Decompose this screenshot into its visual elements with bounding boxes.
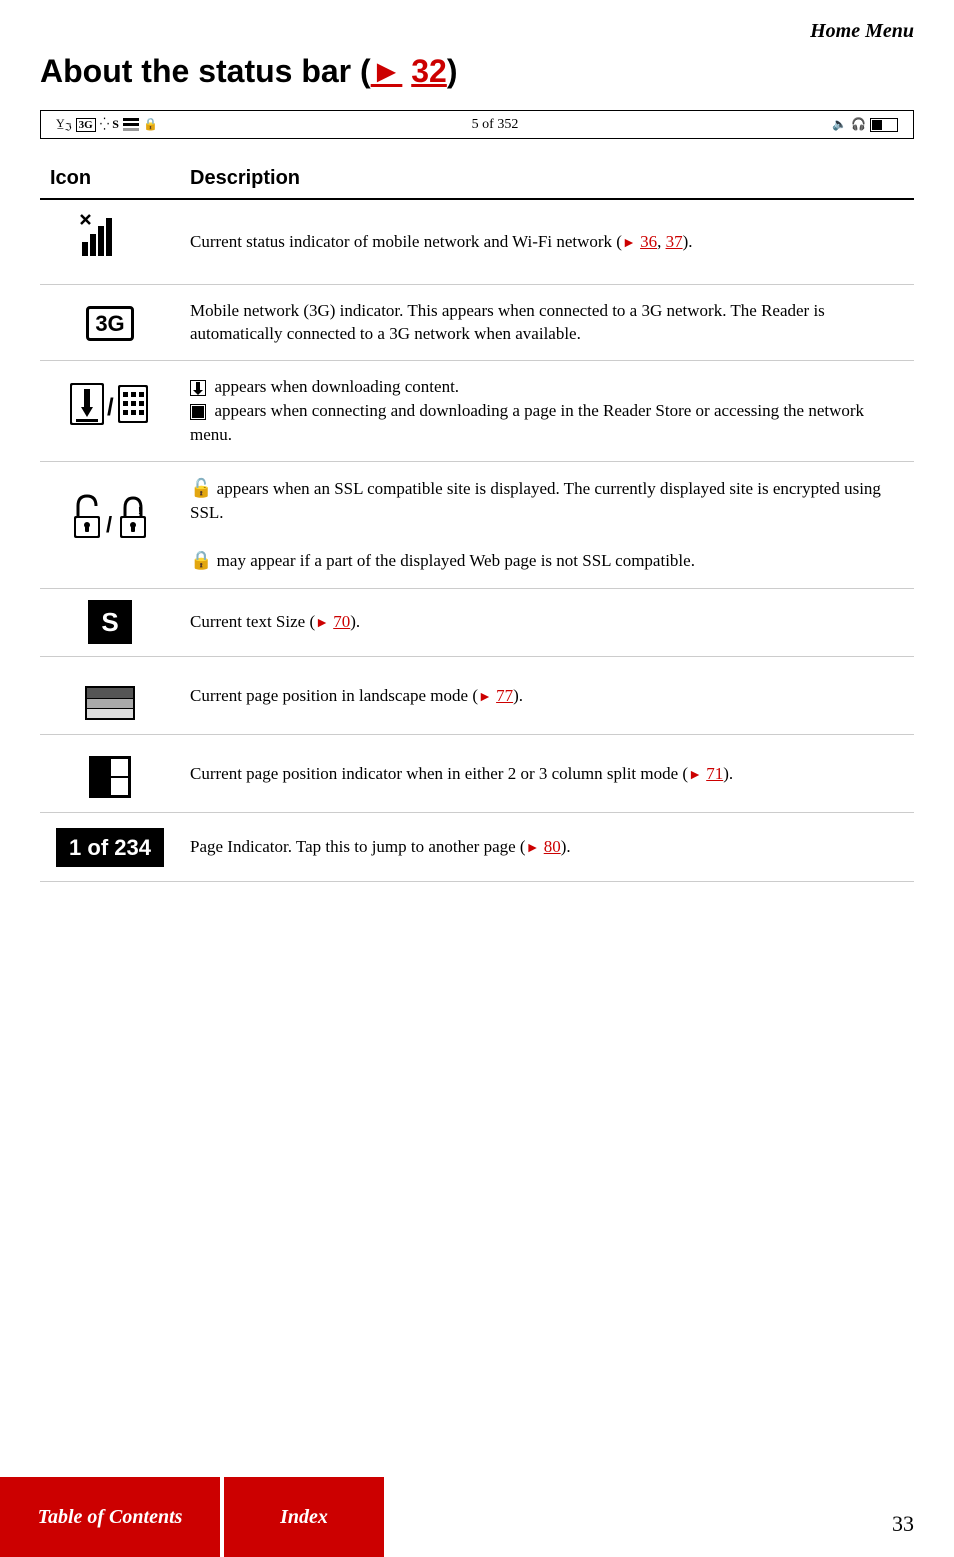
open-lock-text-icon: 🔓 xyxy=(190,478,212,498)
dots-icon: ⁛ xyxy=(100,117,109,132)
home-menu-header: Home Menu xyxy=(40,20,914,43)
ref-link-71[interactable]: 71 xyxy=(706,764,723,783)
icon-cell-signal xyxy=(40,199,180,284)
volume-icon: 🔈 xyxy=(832,117,847,132)
lines-icon xyxy=(123,118,139,131)
page-wrapper: Home Menu About the status bar (► 32) Y̲… xyxy=(0,0,954,1557)
lock-icon-demo: 🔒 xyxy=(143,117,158,132)
index-button[interactable]: Index xyxy=(224,1477,384,1557)
footer-bar: Table of Contents Index 33 xyxy=(0,1477,954,1557)
status-bar-demo: Y̲ℑ 3G ⁛ S 🔒 5 of 352 🔈 🎧 xyxy=(40,110,914,139)
status-center-text: 5 of 352 xyxy=(472,117,519,133)
title-link-32[interactable]: 32 xyxy=(411,53,447,89)
svg-text:!: ! xyxy=(138,506,141,517)
download-connect-icon: / xyxy=(70,403,150,433)
arrow-sym-2: ► xyxy=(315,616,329,631)
desc-cell-s: Current text Size (► 70). xyxy=(180,588,914,656)
table-row: / xyxy=(40,361,914,461)
icon-table: Icon Description xyxy=(40,159,914,881)
table-row: 1 of 234 Page Indicator. Tap this to jum… xyxy=(40,813,914,881)
toc-button[interactable]: Table of Contents xyxy=(0,1477,220,1557)
3g-indicator-icon: 3G xyxy=(86,306,133,341)
home-menu-label: Home Menu xyxy=(810,20,914,42)
col-icon-header: Icon xyxy=(40,159,180,199)
desc-cell-signal: Current status indicator of mobile netwo… xyxy=(180,199,914,284)
svg-text:/: / xyxy=(106,512,112,537)
desc-cell-landscape: Current page position in landscape mode … xyxy=(180,656,914,735)
table-row: 3G Mobile network (3G) indicator. This a… xyxy=(40,284,914,361)
col-desc-header: Description xyxy=(180,159,914,199)
connect-icon-ref xyxy=(190,401,210,420)
table-row: / ! 🔓 appear xyxy=(40,461,914,588)
title-arrow: ► xyxy=(371,53,403,89)
ref-link-37[interactable]: 37 xyxy=(666,232,683,251)
arrow-sym-4: ► xyxy=(688,768,702,783)
signal-wifi-icon xyxy=(80,238,140,263)
table-row: Current status indicator of mobile netwo… xyxy=(40,199,914,284)
closed-lock-text-icon: 🔒 xyxy=(190,550,212,570)
arrow-sym-3: ► xyxy=(478,690,492,705)
index-label: Index xyxy=(280,1506,328,1528)
desc-cell-grid: Current page position indicator when in … xyxy=(180,735,914,813)
status-icons-right: 🔈 🎧 xyxy=(832,117,898,132)
arrow-sym-5: ► xyxy=(526,841,540,856)
status-icons-left: Y̲ℑ 3G ⁛ S 🔒 xyxy=(56,116,158,133)
icon-cell-lock: / ! xyxy=(40,461,180,588)
ref-link-80[interactable]: 80 xyxy=(544,837,561,856)
battery-icon xyxy=(870,118,898,132)
icon-cell-3g: 3G xyxy=(40,284,180,361)
page-title: About the status bar (► 32) xyxy=(40,53,914,90)
icon-cell-s: S xyxy=(40,588,180,656)
ref-link-36[interactable]: 36 xyxy=(640,232,657,251)
3g-icon-demo: 3G xyxy=(76,118,96,132)
page-number: 33 xyxy=(892,1511,914,1537)
arrow-sym: ► xyxy=(622,236,636,251)
page-indicator-icon: 1 of 234 xyxy=(56,828,164,867)
desc-cell-page-indicator: Page Indicator. Tap this to jump to anot… xyxy=(180,813,914,881)
desc-cell-download: appears when downloading content. xyxy=(180,361,914,461)
svg-text:/: / xyxy=(107,394,114,421)
s-size-icon: S xyxy=(88,600,131,644)
icon-cell-download: / xyxy=(40,361,180,461)
grid-split-icon xyxy=(89,756,131,798)
desc-cell-3g: Mobile network (3G) indicator. This appe… xyxy=(180,284,914,361)
ssl-lock-icon: / ! xyxy=(70,520,150,550)
icon-cell-landscape xyxy=(40,656,180,735)
s-icon-demo: S xyxy=(112,117,119,132)
toc-label: Table of Contents xyxy=(38,1506,183,1528)
desc-cell-lock: 🔓 appears when an SSL compatible site is… xyxy=(180,461,914,588)
ref-link-70[interactable]: 70 xyxy=(333,612,350,631)
download-icon-ref xyxy=(190,377,210,396)
icon-cell-page-indicator: 1 of 234 xyxy=(40,813,180,881)
ref-link-77[interactable]: 77 xyxy=(496,686,513,705)
table-row: Current page position in landscape mode … xyxy=(40,656,914,735)
table-row: Current page position indicator when in … xyxy=(40,735,914,813)
headphone-icon: 🎧 xyxy=(851,117,866,132)
icon-cell-grid xyxy=(40,735,180,813)
signal-icon: Y̲ℑ xyxy=(56,116,72,133)
table-row: S Current text Size (► 70). xyxy=(40,588,914,656)
landscape-icon xyxy=(85,686,135,720)
